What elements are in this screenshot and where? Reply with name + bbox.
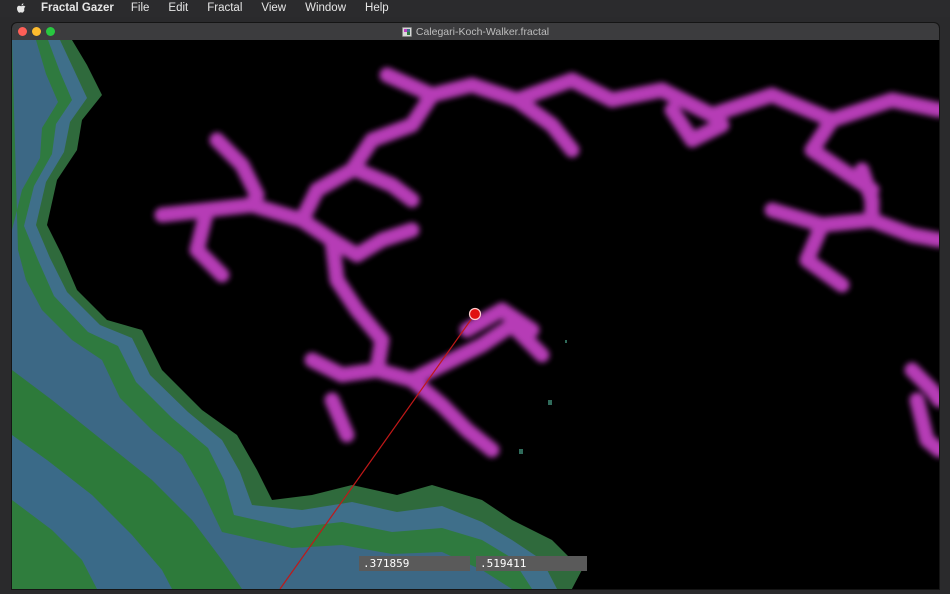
menu-bar: Fractal Gazer File Edit Fractal View Win… (0, 0, 950, 17)
point-marker[interactable] (468, 307, 482, 321)
menu-view[interactable]: View (261, 0, 286, 17)
document-window: Calegari-Koch-Walker.fractal .371859 .51… (12, 23, 939, 589)
y-coordinate-field[interactable]: .519411 (476, 556, 587, 571)
menu-app-name[interactable]: Fractal Gazer (41, 0, 114, 17)
apple-icon[interactable] (13, 0, 29, 17)
x-coordinate-field[interactable]: .371859 (359, 556, 470, 571)
document-icon (402, 26, 412, 37)
title-bar[interactable]: Calegari-Koch-Walker.fractal (12, 23, 939, 41)
window-title: Calegari-Koch-Walker.fractal (415, 25, 550, 38)
menu-edit[interactable]: Edit (168, 0, 188, 17)
window-title-area: Calegari-Koch-Walker.fractal (12, 23, 939, 40)
menu-fractal[interactable]: Fractal (207, 0, 242, 17)
menu-help[interactable]: Help (365, 0, 389, 17)
fractal-canvas[interactable] (12, 40, 939, 589)
menu-window[interactable]: Window (305, 0, 346, 17)
menu-file[interactable]: File (131, 0, 150, 17)
